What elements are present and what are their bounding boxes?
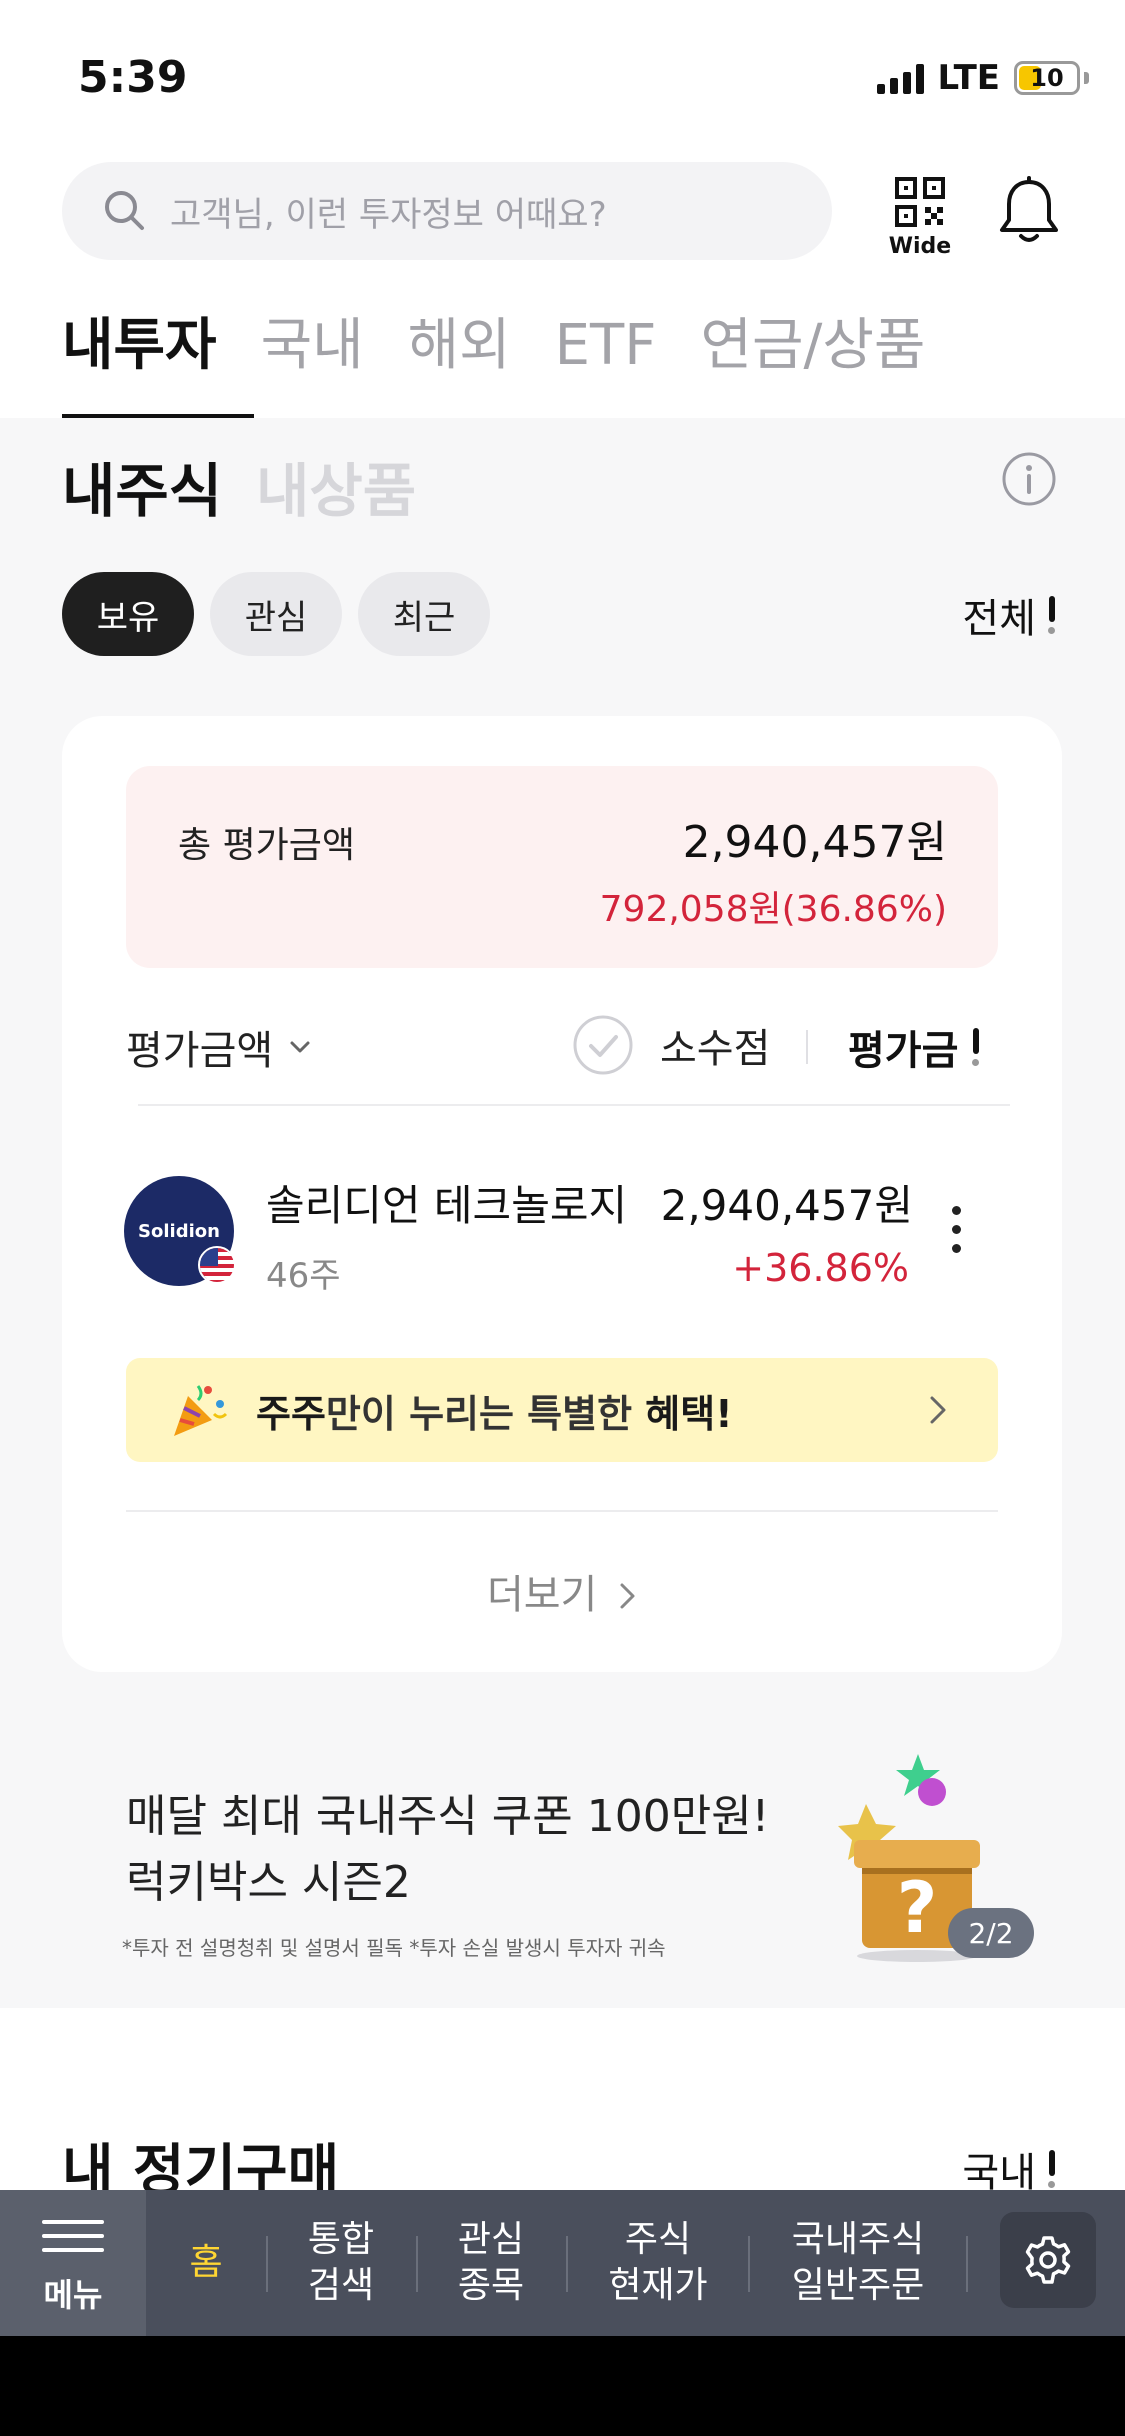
nav-home[interactable]: 홈 (156, 2190, 256, 2336)
check-circle-icon (573, 1015, 633, 1075)
nav-integrated-search[interactable]: 통합 검색 (276, 2190, 406, 2336)
sort-dropdown[interactable]: 평가금액 (126, 1018, 313, 1076)
market-filter-dropdown[interactable]: 전체 (962, 586, 1055, 644)
dropdown-indicator-icon (1048, 596, 1055, 634)
stock-logo-text: Solidion (138, 1220, 220, 1242)
shareholder-benefit-banner[interactable]: 주주만이 누리는 특별한 혜택! (126, 1358, 998, 1462)
total-eval-change: 792,058원(36.86%) (599, 889, 947, 930)
status-indicators: LTE 10 (876, 58, 1089, 98)
battery-icon: 10 (1014, 61, 1080, 95)
nav-stock-price[interactable]: 주식 현재가 (576, 2190, 740, 2336)
menu-label: 메뉴 (43, 2276, 103, 2314)
stock-name[interactable]: 솔리디언 테크놀로지 (266, 1172, 627, 1233)
hamburger-icon (42, 2210, 104, 2262)
settings-button[interactable] (1000, 2212, 1096, 2308)
signal-icon (876, 62, 924, 94)
more-link[interactable]: 더보기 (0, 1562, 1125, 1620)
main-tabs: 내투자 국내 해외 ETF 연금/상품 (62, 310, 969, 382)
nav-divider (566, 2236, 568, 2292)
promo-text: 주주만이 누리는 특별한 혜택! (256, 1383, 733, 1438)
decimal-toggle[interactable]: 소수점 (572, 1014, 770, 1076)
nav-divider (416, 2236, 418, 2292)
subtab-my-products[interactable]: 내상품 (256, 444, 416, 528)
search-icon (105, 191, 144, 230)
qr-scan-button[interactable]: Wide (888, 176, 952, 259)
bell-icon (1000, 176, 1058, 242)
holding-filter-chips: 보유 관심 최근 (62, 572, 490, 656)
chevron-right-icon (620, 1583, 635, 1609)
search-placeholder: 고객님, 이런 투자정보 어때요? (170, 194, 607, 235)
search-input[interactable]: 고객님, 이런 투자정보 어때요? (62, 162, 832, 260)
eval-metric-dropdown[interactable]: 평가금 (848, 1018, 980, 1076)
svg-text:?: ? (897, 1867, 938, 1949)
gear-icon (1025, 2236, 1071, 2284)
more-link-label: 더보기 (486, 1572, 598, 1618)
market-filter-label: 전체 (962, 596, 1036, 642)
promo-bold-1: 주주 (256, 1391, 326, 1436)
chevron-right-icon (930, 1396, 946, 1424)
notification-button[interactable] (996, 176, 1062, 250)
qr-code-icon (895, 177, 945, 227)
nav-domestic-order[interactable]: 국내주식 일반주문 (758, 2190, 958, 2336)
decimal-label: 소수점 (660, 1026, 771, 1072)
info-button[interactable] (1000, 450, 1058, 512)
chip-watchlist[interactable]: 관심 (210, 572, 342, 656)
tab-my-investment[interactable]: 내투자 (62, 310, 217, 382)
tab-overseas[interactable]: 해외 (408, 310, 511, 382)
promo-bold-2: 혜택! (645, 1391, 733, 1436)
luckybox-disclaimer: *투자 전 설명청취 및 설명서 필독 *투자 손실 발생시 투자자 귀속 (122, 1936, 666, 1960)
status-time: 5:39 (78, 52, 188, 103)
subtab-my-stocks[interactable]: 내주식 (62, 444, 222, 528)
tab-pension-products[interactable]: 연금/상품 (700, 310, 925, 382)
promo-text-1: 만이 누리는 특별한 (325, 1391, 646, 1436)
nav-divider (966, 2236, 968, 2292)
sort-label: 평가금액 (126, 1028, 274, 1074)
nav-watchlist[interactable]: 관심 종목 (426, 2190, 556, 2336)
chip-recent[interactable]: 최근 (358, 572, 490, 656)
dropdown-indicator-icon (972, 1028, 980, 1066)
info-icon (1002, 452, 1056, 506)
banner-page-indicator: 2/2 (948, 1908, 1034, 1958)
stock-eval-amount: 2,940,457원 (660, 1181, 913, 1230)
network-label: LTE (937, 58, 1000, 98)
stock-more-options-icon[interactable] (952, 1206, 961, 1253)
chip-holdings[interactable]: 보유 (62, 572, 194, 656)
divider (138, 1104, 1010, 1106)
stock-quantity: 46주 (266, 1256, 341, 1296)
tab-domestic[interactable]: 국내 (261, 310, 364, 382)
divider (126, 1510, 998, 1512)
chevron-down-icon (290, 1041, 310, 1053)
nav-divider (266, 2236, 268, 2292)
party-popper-icon (174, 1385, 228, 1436)
eval-metric-label: 평가금 (848, 1028, 959, 1074)
header-divider (806, 1030, 808, 1064)
dropdown-indicator-icon (1048, 2150, 1055, 2188)
tab-etf[interactable]: ETF (555, 310, 657, 382)
nav-divider (748, 2236, 750, 2292)
menu-button[interactable]: 메뉴 (0, 2190, 146, 2336)
home-indicator-area (0, 2336, 1125, 2436)
battery-level: 10 (1030, 64, 1064, 92)
total-eval-label: 총 평가금액 (178, 825, 356, 866)
total-eval-amount: 2,940,457원 (682, 817, 947, 868)
qr-label: Wide (888, 234, 952, 259)
stock-return-rate: +36.86% (732, 1246, 909, 1290)
us-flag-icon (198, 1246, 236, 1284)
luckybox-subtitle[interactable]: 럭키박스 시즌2 (126, 1846, 411, 1910)
luckybox-title[interactable]: 매달 최대 국내주식 쿠폰 100만원! (126, 1780, 769, 1844)
